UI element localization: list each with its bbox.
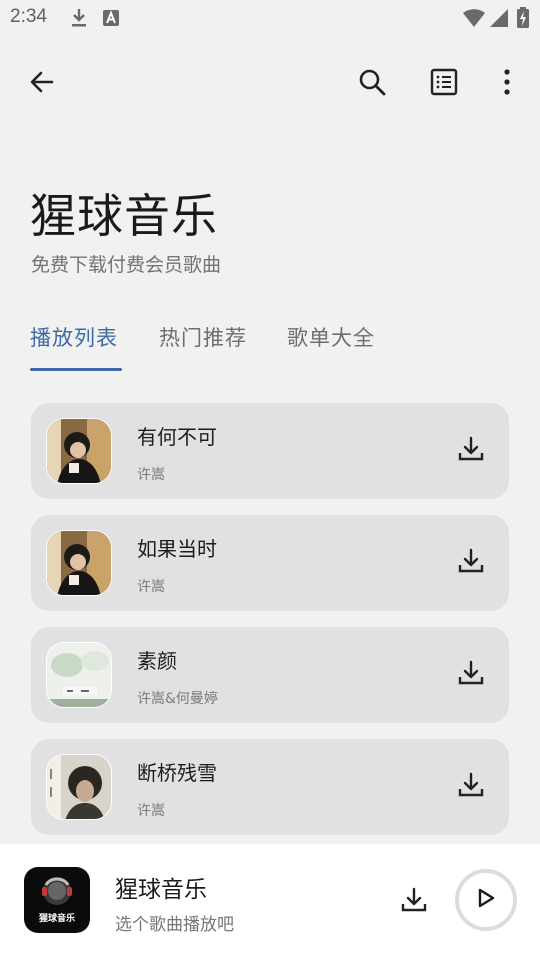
album-cover (46, 418, 112, 484)
page-subtitle: 免费下载付费会员歌曲 (31, 254, 222, 276)
download-icon (458, 772, 484, 802)
download-icon (458, 548, 484, 578)
more-vertical-icon (503, 68, 511, 100)
search-icon (358, 68, 386, 100)
download-icon (458, 436, 484, 466)
song-list: 有何不可 许嵩 如果当时 许嵩 素颜 许嵩&何曼婷 断桥残雪 许嵩 (31, 403, 509, 851)
app-bar (0, 56, 540, 112)
song-title: 断桥残雪 (137, 761, 217, 785)
song-item[interactable]: 有何不可 许嵩 (31, 403, 509, 499)
song-artist: 许嵩 (137, 803, 165, 819)
song-artist: 许嵩&何曼婷 (137, 691, 218, 707)
album-cover (46, 642, 112, 708)
status-time: 2:34 (10, 6, 47, 27)
tab-indicator (30, 368, 122, 371)
download-button[interactable] (453, 657, 489, 693)
download-button[interactable] (453, 545, 489, 581)
album-cover (46, 530, 112, 596)
arrow-left-icon (28, 68, 56, 100)
song-item[interactable]: 素颜 许嵩&何曼婷 (31, 627, 509, 723)
song-item[interactable]: 断桥残雪 许嵩 (31, 739, 509, 835)
signal-icon (489, 7, 509, 33)
player-cover: 猩球音乐 (24, 867, 90, 933)
player-title: 猩球音乐 (115, 877, 207, 903)
song-title: 有何不可 (137, 425, 217, 449)
status-bar: 2:34 (0, 0, 540, 36)
search-button[interactable] (344, 56, 400, 112)
app-notification-icon (102, 7, 120, 33)
song-title: 如果当时 (137, 537, 217, 561)
tab-playlist[interactable]: 播放列表 (30, 322, 118, 352)
tab-song-lists[interactable]: 歌单大全 (287, 322, 375, 352)
download-icon (458, 660, 484, 690)
tab-bar: 播放列表 热门推荐 歌单大全 (30, 318, 510, 374)
song-artist: 许嵩 (137, 467, 165, 483)
download-button[interactable] (453, 769, 489, 805)
more-button[interactable] (479, 56, 535, 112)
back-button[interactable] (14, 56, 70, 112)
mini-player[interactable]: 猩球音乐 猩球音乐 选个歌曲播放吧 (0, 844, 540, 960)
page-title: 猩球音乐 (30, 189, 218, 243)
playlist-button[interactable] (416, 56, 472, 112)
song-item[interactable]: 如果当时 许嵩 (31, 515, 509, 611)
player-subtitle: 选个歌曲播放吧 (115, 915, 234, 935)
player-cover-text: 猩球音乐 (38, 914, 75, 924)
download-button[interactable] (453, 433, 489, 469)
download-notification-icon (70, 7, 88, 33)
download-icon (401, 887, 427, 917)
battery-charging-icon (516, 7, 530, 33)
song-artist: 许嵩 (137, 579, 165, 595)
play-button[interactable] (455, 869, 517, 931)
player-download-button[interactable] (394, 882, 434, 922)
wifi-icon (462, 7, 486, 33)
list-icon (430, 68, 458, 100)
play-icon (476, 887, 496, 913)
album-cover (46, 754, 112, 820)
tab-hot-recommend[interactable]: 热门推荐 (159, 322, 247, 352)
song-title: 素颜 (137, 649, 177, 673)
